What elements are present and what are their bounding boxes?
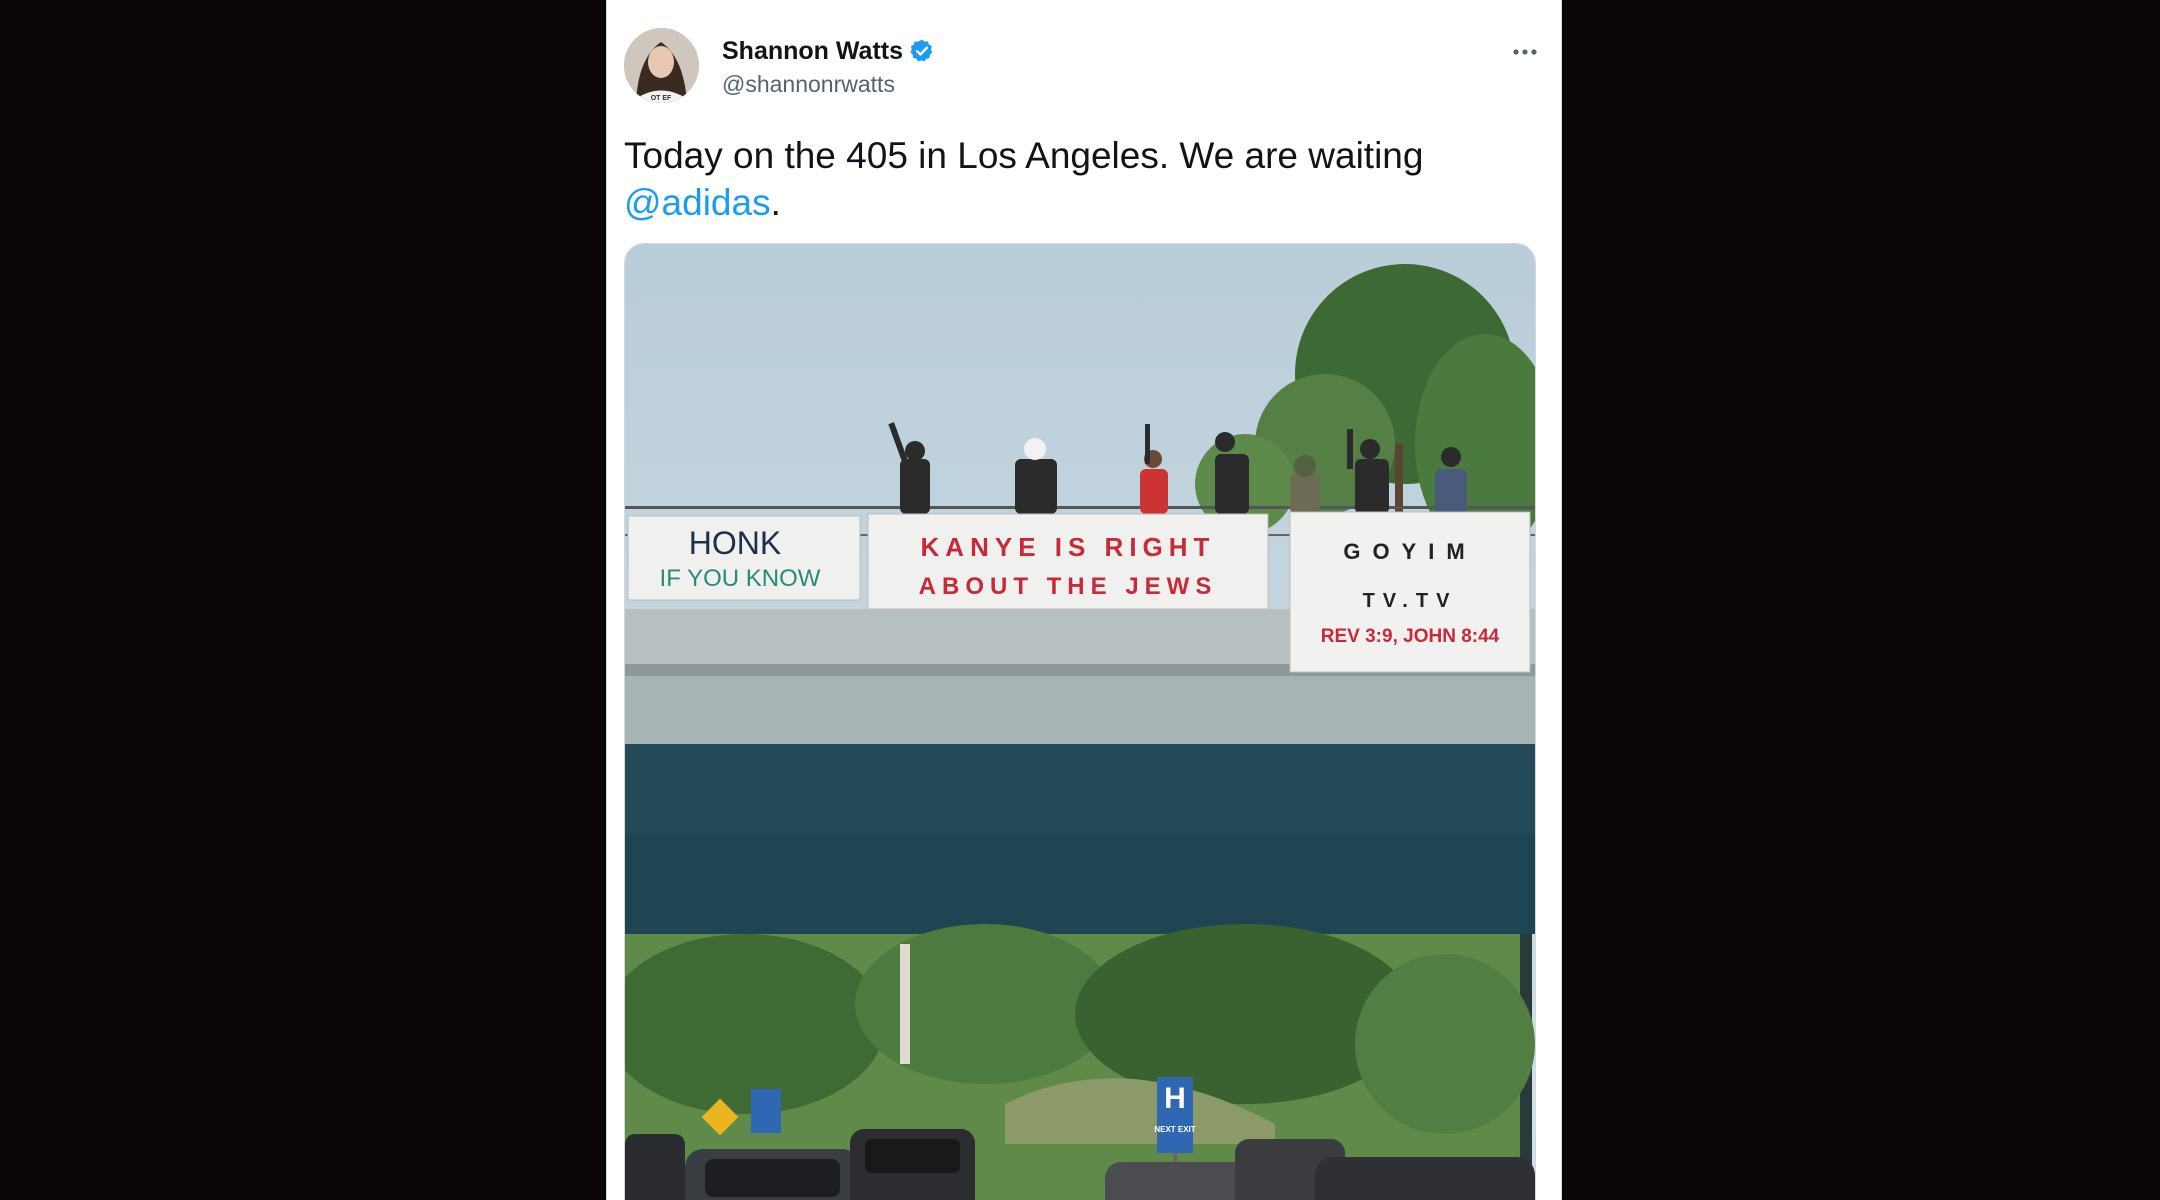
banner-honk: HONK IF YOU KNOW: [627, 515, 861, 601]
banner-honk-line2: IF YOU KNOW: [660, 565, 821, 592]
author-display-name[interactable]: Shannon Watts: [722, 36, 903, 66]
next-exit-sign-text: NEXT EXIT: [1154, 1125, 1195, 1134]
banner-center-line1: KANYE IS RIGHT: [921, 532, 1216, 562]
banner-goyim: GOYIM TV.TV REV 3:9, JOHN 8:44: [1289, 511, 1531, 673]
banner-center-line2: ABOUT THE JEWS: [919, 573, 1218, 600]
author-handle[interactable]: @shannonrwatts: [722, 70, 895, 98]
profile-photo-icon: OT EF: [624, 28, 699, 103]
author-avatar[interactable]: OT EF: [624, 28, 699, 103]
tweet-photo[interactable]: HONK IF YOU KNOW KANYE IS RIGHT ABOUT TH…: [624, 243, 1536, 1200]
more-options-button[interactable]: [1505, 38, 1545, 66]
hospital-sign-text: H: [1164, 1082, 1186, 1115]
tweet-text: Today on the 405 in Los Angeles. We are …: [624, 132, 1524, 226]
banner-goyim-line2: TV.TV: [1363, 590, 1458, 612]
tweet-card[interactable]: OT EF Shannon Watts @shannonrwatts Today…: [606, 0, 1562, 1200]
mention-link[interactable]: @adidas: [624, 182, 771, 223]
banner-goyim-line1: GOYIM: [1343, 539, 1476, 564]
avatar-shirt-text: OT EF: [651, 95, 672, 102]
banner-goyim-line3: REV 3:9, JOHN 8:44: [1321, 626, 1500, 647]
author-name-row[interactable]: Shannon Watts: [722, 36, 935, 66]
banner-honk-line1: HONK: [689, 525, 781, 561]
tweet-text-end: .: [770, 182, 781, 223]
verified-badge-icon: [909, 38, 935, 64]
tweet-text-body: Today on the 405 in Los Angeles. We are …: [624, 135, 1424, 176]
more-horizontal-icon: [1513, 49, 1537, 55]
banner-center: KANYE IS RIGHT ABOUT THE JEWS: [867, 513, 1269, 610]
overpass-photo: HONK IF YOU KNOW KANYE IS RIGHT ABOUT TH…: [625, 244, 1535, 1200]
